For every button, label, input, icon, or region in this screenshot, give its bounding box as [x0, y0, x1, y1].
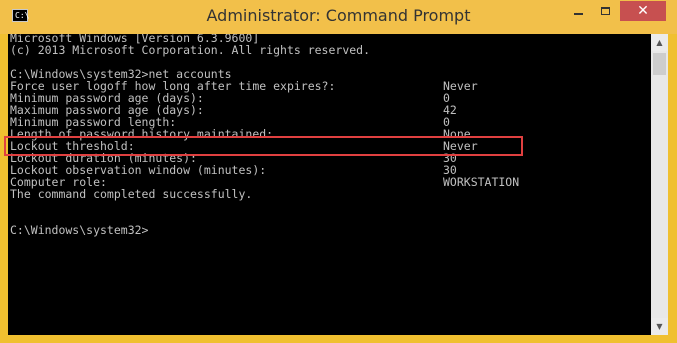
command-status: The command completed successfully.: [10, 187, 253, 201]
chevron-up-icon: ▲: [656, 38, 663, 47]
lockout-threshold-highlight: [4, 136, 523, 156]
scroll-down-button[interactable]: ▼: [651, 318, 668, 335]
chevron-down-icon: ▼: [656, 322, 663, 331]
minimize-button[interactable]: [565, 1, 591, 21]
close-button[interactable]: ✕: [620, 1, 666, 21]
scroll-up-button[interactable]: ▲: [651, 34, 668, 51]
vertical-scrollbar[interactable]: ▲ ▼: [651, 34, 668, 335]
console-line: (c) 2013 Microsoft Corporation. All righ…: [10, 43, 371, 57]
maximize-button[interactable]: [592, 1, 618, 21]
minimize-icon: [573, 13, 583, 15]
maximize-icon: [600, 7, 610, 15]
title-bar[interactable]: C:\ Administrator: Command Prompt ✕: [0, 0, 677, 34]
scrollbar-thumb[interactable]: [653, 53, 666, 75]
console-output[interactable]: Microsoft Windows [Version 6.3.9600] (c)…: [8, 34, 651, 335]
setting-value: WORKSTATION: [443, 175, 520, 189]
console-prompt: C:\Windows\system32>: [10, 223, 149, 237]
close-icon: ✕: [637, 3, 649, 19]
command-prompt-window: C:\ Administrator: Command Prompt ✕ Micr…: [0, 0, 677, 343]
